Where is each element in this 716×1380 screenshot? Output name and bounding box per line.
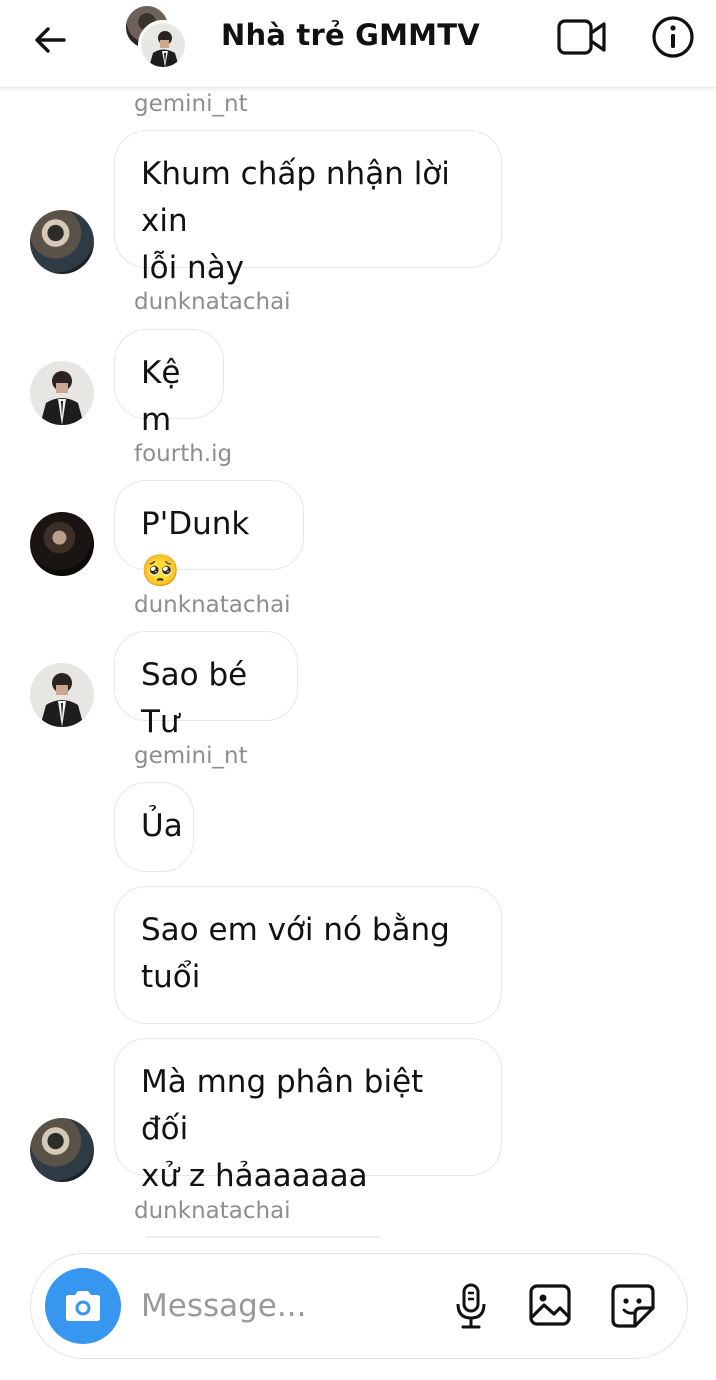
chat-title[interactable]: Nhà trẻ GMMTV (221, 18, 480, 52)
sender-avatar[interactable] (30, 210, 94, 274)
sender-avatar[interactable] (30, 1118, 94, 1182)
gallery-button[interactable] (527, 1282, 573, 1328)
message-bubble[interactable]: Kệ m (114, 329, 224, 438)
video-call-icon (557, 19, 606, 55)
message-bubble[interactable]: Mà mng phân biệt đối xử z hảaaaaaa (114, 1038, 502, 1194)
message-composer (30, 1253, 688, 1359)
message-username: gemini_nt (134, 91, 248, 117)
sticker-icon (611, 1284, 655, 1328)
message-bubble[interactable]: Sao em với nó bằng tuổi (114, 886, 502, 1024)
chat-header: Nhà trẻ GMMTV (0, 0, 716, 88)
info-icon (652, 16, 694, 58)
message-bubble[interactable]: Ủa (114, 782, 194, 872)
sender-avatar[interactable] (30, 512, 94, 576)
message-text-line: Sao em với nó bằng (141, 912, 450, 948)
group-avatar-photo-2 (138, 20, 188, 70)
sticker-button[interactable] (609, 1282, 657, 1330)
message-bubble[interactable]: P'Dunk🥺 (114, 480, 304, 589)
message-text-line: tuổi (141, 959, 201, 995)
video-call-button[interactable] (555, 16, 609, 58)
camera-button[interactable] (45, 1268, 121, 1344)
group-avatar[interactable] (124, 4, 190, 70)
info-button[interactable] (649, 13, 697, 61)
message-text-line: xử z hảaaaaaa (141, 1158, 368, 1194)
message-username: dunknatachai (134, 289, 291, 315)
message-text-line: Khum chấp nhận lời xin (141, 156, 450, 239)
message-bubble[interactable]: Khum chấp nhận lời xin lỗi này (114, 130, 502, 286)
message-username: dunknatachai (134, 1198, 291, 1224)
message-input[interactable] (141, 1278, 421, 1334)
message-text-line: Sao bé Tư (141, 657, 248, 740)
microphone-icon (456, 1283, 486, 1329)
message-username: gemini_nt (134, 743, 248, 769)
sender-avatar[interactable] (30, 361, 94, 425)
message-text-line: P'Dunk🥺 (141, 506, 250, 589)
sender-avatar[interactable] (30, 663, 94, 727)
microphone-button[interactable] (451, 1280, 491, 1332)
camera-icon (66, 1291, 100, 1321)
message-text-line: lỗi này (141, 250, 245, 286)
partial-message-bubble (146, 1236, 380, 1238)
image-icon (529, 1284, 571, 1326)
arrow-left-icon (35, 27, 66, 53)
message-username: dunknatachai (134, 592, 291, 618)
message-text-line: Ủa (141, 808, 183, 844)
back-button[interactable] (28, 18, 72, 62)
message-username: fourth.ig (134, 441, 233, 467)
message-bubble[interactable]: Sao bé Tư (114, 631, 298, 740)
message-text-line: Kệ m (141, 355, 181, 438)
message-text-line: Mà mng phân biệt đối (141, 1064, 424, 1147)
